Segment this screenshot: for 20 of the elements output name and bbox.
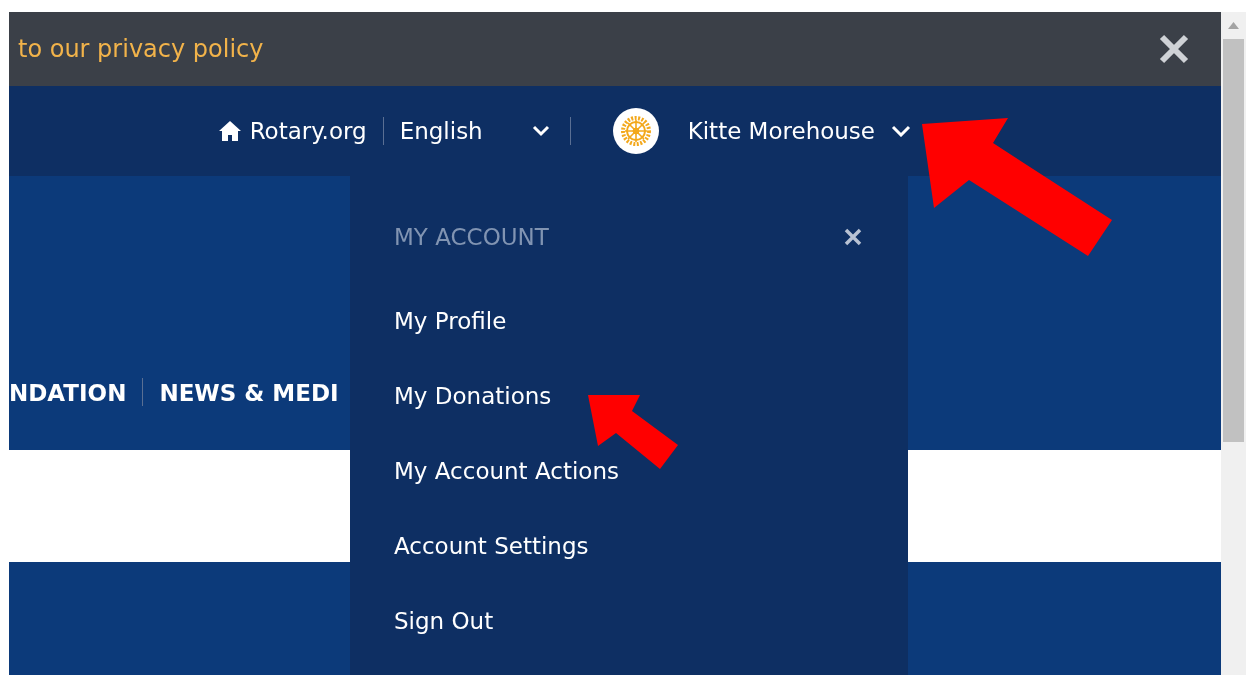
chevron-icon bbox=[531, 125, 550, 137]
nav-link[interactable]: NEWS & MEDI bbox=[159, 375, 339, 410]
scrollbar-thumb[interactable] bbox=[1223, 39, 1244, 442]
chevron-icon[interactable] bbox=[891, 125, 911, 137]
user-menu-link[interactable]: Kitte Morehouse bbox=[687, 113, 875, 149]
scrollbar[interactable] bbox=[1221, 12, 1246, 675]
nav-link[interactable]: NDATION bbox=[9, 375, 127, 410]
menu-item[interactable]: My Donations bbox=[394, 379, 552, 414]
close-icon[interactable] bbox=[1159, 34, 1189, 64]
menu-item[interactable]: My Profile bbox=[394, 304, 507, 339]
close-icon[interactable] bbox=[844, 228, 862, 246]
language-select[interactable]: English bbox=[399, 113, 550, 149]
menu-item[interactable]: Account Settings bbox=[394, 529, 589, 564]
menu-item[interactable]: My Account Actions bbox=[394, 454, 619, 489]
home-icon[interactable] bbox=[217, 120, 242, 142]
menu-item[interactable]: Sign Out bbox=[394, 604, 494, 639]
menu-heading: MY ACCOUNT bbox=[394, 222, 549, 252]
privacy-notice-text: to our privacy policy bbox=[18, 34, 264, 65]
avatar-icon[interactable] bbox=[612, 108, 659, 154]
home-link[interactable]: Rotary.org bbox=[249, 113, 367, 149]
